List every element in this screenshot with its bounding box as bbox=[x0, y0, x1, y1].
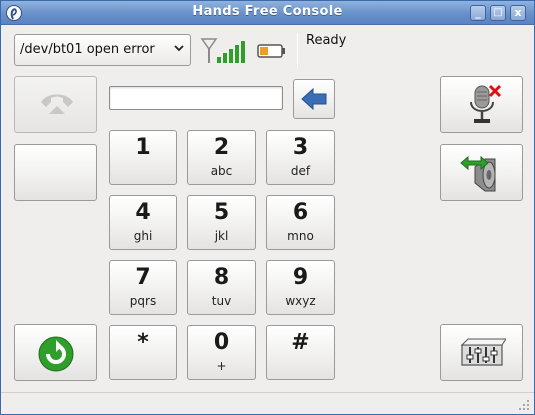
key-digit: 0 bbox=[213, 330, 230, 355]
key-letters: mno bbox=[287, 229, 314, 243]
key-digit: 3 bbox=[292, 135, 309, 160]
refresh-button[interactable] bbox=[14, 324, 97, 381]
keypad-key-9[interactable]: 9 wxyz bbox=[266, 260, 335, 315]
keypad-key-1[interactable]: 1 bbox=[109, 130, 177, 185]
microphone-muted-icon bbox=[470, 84, 502, 123]
key-digit: 2 bbox=[213, 135, 230, 160]
audio-transfer-button[interactable] bbox=[440, 144, 523, 201]
status-bar bbox=[1, 392, 534, 414]
keypad-key-2[interactable]: 2 abc bbox=[187, 130, 256, 185]
chevron-down-icon bbox=[174, 45, 184, 52]
key-letters: abc bbox=[210, 164, 233, 178]
keypad-key-star[interactable]: * bbox=[109, 325, 177, 380]
keypad-key-3[interactable]: 3 def bbox=[266, 130, 335, 185]
key-digit: 9 bbox=[292, 265, 309, 290]
keypad-key-8[interactable]: 8 tuv bbox=[187, 260, 256, 315]
maximize-button[interactable]: □ bbox=[490, 5, 506, 21]
keypad-key-6[interactable]: 6 mno bbox=[266, 195, 335, 250]
resize-grip-icon[interactable] bbox=[518, 399, 530, 411]
refresh-icon bbox=[38, 336, 74, 372]
key-digit: 5 bbox=[213, 200, 230, 225]
speaker-transfer-icon bbox=[460, 155, 496, 192]
key-digit: 6 bbox=[292, 200, 309, 225]
title-bar[interactable]: Hands Free Console _ □ x bbox=[1, 1, 534, 25]
phone-handset-icon bbox=[41, 94, 73, 114]
key-letters: wxyz bbox=[285, 294, 316, 308]
mixer-button[interactable] bbox=[440, 324, 523, 381]
key-digit: 8 bbox=[213, 265, 230, 290]
key-letters: tuv bbox=[211, 294, 232, 308]
window-title: Hands Free Console bbox=[192, 4, 343, 19]
device-select[interactable]: /dev/bt01 open error bbox=[14, 34, 191, 66]
antenna-signal-icon bbox=[200, 38, 245, 63]
mute-mic-button[interactable] bbox=[440, 76, 523, 133]
key-digit: * bbox=[137, 330, 149, 355]
keypad-key-0[interactable]: 0 + bbox=[187, 325, 256, 380]
key-digit: 7 bbox=[135, 265, 151, 290]
key-letters: def bbox=[290, 164, 311, 178]
close-button[interactable]: x bbox=[510, 5, 526, 21]
arrow-left-icon bbox=[301, 88, 327, 110]
key-letters: ghi bbox=[133, 229, 153, 243]
main-window: Hands Free Console _ □ x /dev/bt01 open … bbox=[0, 0, 535, 415]
key-letters: jkl bbox=[214, 229, 229, 243]
keypad-key-hash[interactable]: # bbox=[266, 325, 335, 380]
toolbar-separator bbox=[297, 33, 298, 67]
key-letters: pqrs bbox=[129, 294, 157, 308]
battery-low-icon bbox=[257, 44, 285, 58]
call-button[interactable] bbox=[14, 76, 97, 133]
mixer-icon bbox=[460, 338, 506, 366]
keypad-key-5[interactable]: 5 jkl bbox=[187, 195, 256, 250]
key-digit: 4 bbox=[135, 200, 151, 225]
blank-button[interactable] bbox=[14, 144, 97, 201]
key-digit: # bbox=[291, 330, 310, 355]
key-digit: 1 bbox=[135, 135, 151, 160]
keypad-key-4[interactable]: 4 ghi bbox=[109, 195, 177, 250]
device-select-value: /dev/bt01 open error bbox=[20, 42, 155, 57]
key-letters: + bbox=[216, 359, 227, 373]
backspace-button[interactable] bbox=[293, 79, 335, 119]
status-text: Ready bbox=[306, 33, 347, 48]
keypad-key-7[interactable]: 7 pqrs bbox=[109, 260, 177, 315]
phone-number-input[interactable] bbox=[109, 86, 283, 110]
minimize-button[interactable]: _ bbox=[470, 5, 486, 21]
